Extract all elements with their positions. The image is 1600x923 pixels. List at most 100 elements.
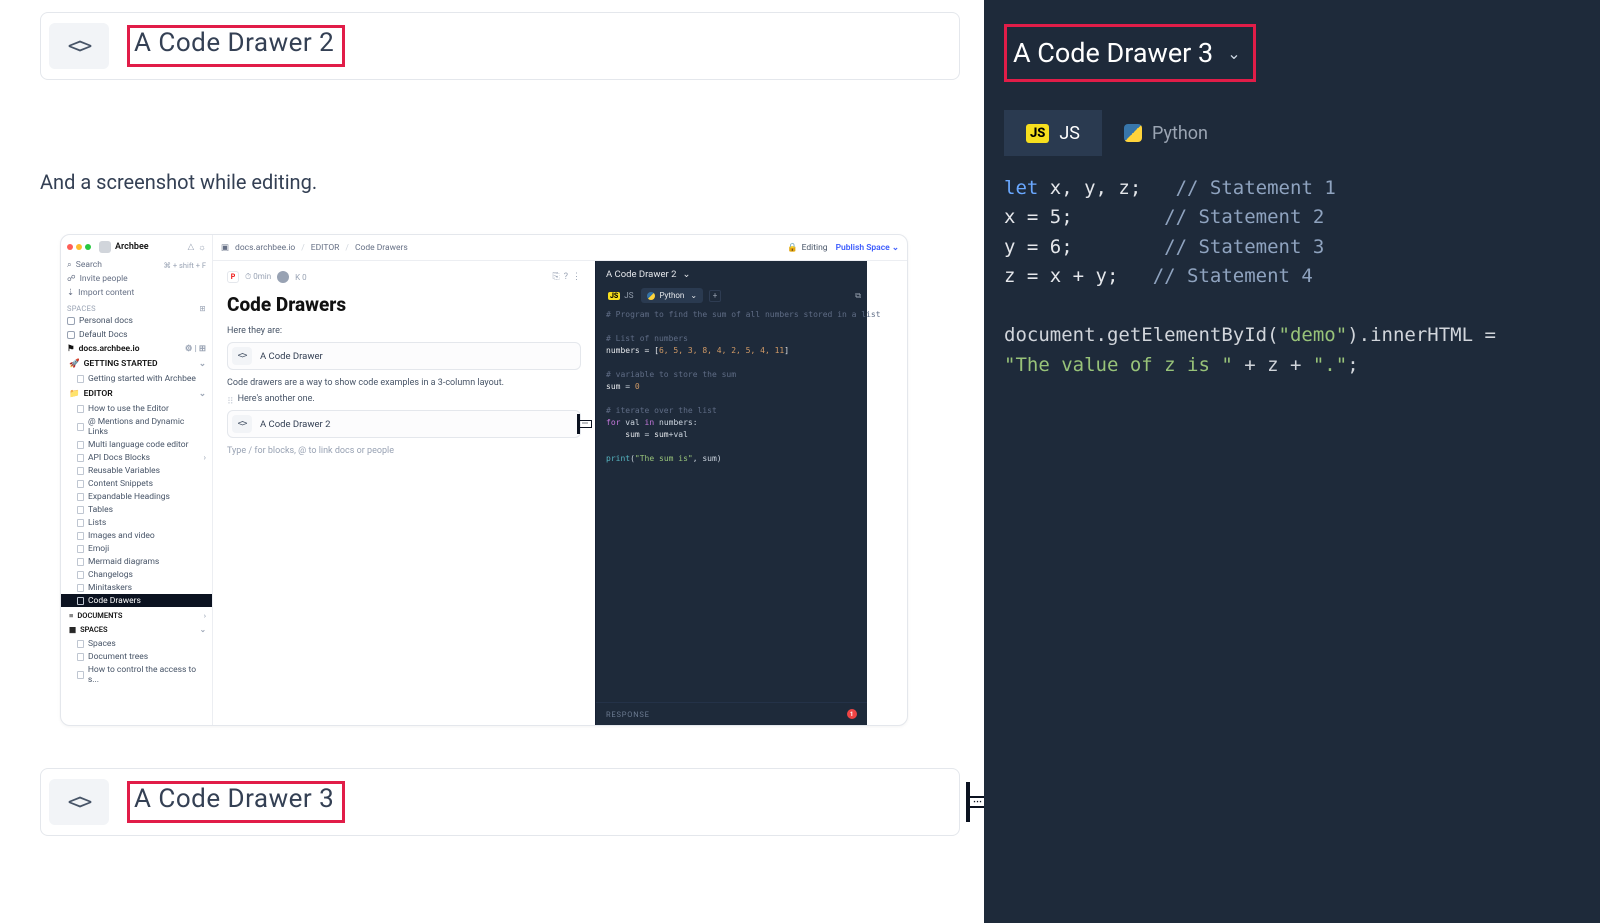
column-drag-handle[interactable]: ⋯ bbox=[966, 782, 984, 822]
preview-title[interactable]: A Code Drawer 2⌄ bbox=[596, 261, 867, 288]
sidebar-item[interactable]: Content Snippets bbox=[67, 477, 206, 490]
p-badge[interactable]: P bbox=[227, 271, 239, 283]
sidebar-item[interactable]: Minitaskers bbox=[67, 581, 206, 594]
sidebar-item[interactable]: API Docs Blocks› bbox=[67, 451, 206, 464]
gs-item[interactable]: Getting started with Archbee bbox=[67, 372, 206, 385]
doc-icon bbox=[77, 506, 84, 514]
preview-title: A Code Drawer 3 bbox=[1013, 37, 1213, 69]
sidebar-item[interactable]: Code Drawers bbox=[61, 594, 212, 607]
code-drawer-3-preview: A Code Drawer 3 ⌄ JSJS Python let x, y, … bbox=[984, 0, 1600, 923]
preview-title-selector[interactable]: A Code Drawer 3 ⌄ bbox=[1004, 24, 1256, 82]
sidebar-item[interactable]: Multi language code editor bbox=[67, 438, 206, 451]
js-tab[interactable]: JSJS bbox=[1004, 110, 1102, 156]
code-icon: <> bbox=[49, 23, 109, 69]
publish-button[interactable]: Publish Space ⌄ bbox=[836, 243, 899, 253]
copy-icon[interactable]: ⧉ bbox=[855, 291, 861, 301]
sidebar-item[interactable]: Lists bbox=[67, 516, 206, 529]
search-link[interactable]: ⌕Search⌘ + shift + F bbox=[67, 259, 206, 271]
sidebar-item[interactable]: How to use the Editor bbox=[67, 402, 206, 415]
sidebar-item[interactable]: Tables bbox=[67, 503, 206, 516]
python-tab[interactable]: Python bbox=[1102, 110, 1230, 156]
import-link[interactable]: ⇣Import content bbox=[67, 287, 206, 299]
page-title[interactable]: Code Drawers bbox=[227, 293, 581, 316]
chevron-down-icon: ⌄ bbox=[1227, 44, 1240, 63]
sidebar-item[interactable]: Expandable Headings bbox=[67, 490, 206, 503]
link-icon[interactable]: ⎘ bbox=[553, 272, 560, 282]
mini-drawer-title: A Code Drawer bbox=[260, 351, 323, 362]
code-drawer-3-header[interactable]: <> A Code Drawer 3 bbox=[40, 768, 960, 836]
add-tab-button[interactable]: + bbox=[709, 290, 721, 302]
doc-icon bbox=[77, 571, 84, 579]
paragraph[interactable]: Here's another one. bbox=[238, 394, 315, 404]
doc-icon bbox=[77, 467, 84, 475]
doc-icon bbox=[77, 405, 84, 413]
add-space-icon[interactable]: ⊞ bbox=[199, 304, 206, 313]
code-icon: <> bbox=[49, 779, 109, 825]
sidebar-item[interactable]: Changelogs bbox=[67, 568, 206, 581]
bell-icon[interactable]: △ bbox=[188, 242, 195, 252]
personal-docs[interactable]: Personal docs bbox=[67, 315, 206, 327]
getting-started-group[interactable]: 🚀GETTING STARTED⌄ bbox=[67, 357, 206, 370]
default-docs[interactable]: Default Docs bbox=[67, 329, 206, 341]
brand-name: Archbee bbox=[115, 242, 149, 252]
doc-icon bbox=[77, 671, 84, 679]
doc-icon bbox=[77, 441, 84, 449]
doc-icon bbox=[77, 480, 84, 488]
doc-icon bbox=[77, 423, 84, 431]
column-drag-handle[interactable]: ⋯ bbox=[577, 414, 592, 434]
screenshot-sidebar: Archbee △ ☼ ⌕Search⌘ + shift + F ☍Invite… bbox=[61, 235, 213, 725]
sidebar-item[interactable]: Emoji bbox=[67, 542, 206, 555]
paragraph[interactable]: Here they are: bbox=[227, 326, 581, 336]
doc-icon bbox=[77, 519, 84, 527]
lock-icon: 🔒 bbox=[787, 243, 798, 253]
space-docs-archbee[interactable]: ⚑docs.archbee.io⚙ | ⊞ bbox=[67, 343, 206, 355]
sidebar-item[interactable]: Mermaid diagrams bbox=[67, 555, 206, 568]
sidebar-item[interactable]: Images and video bbox=[67, 529, 206, 542]
search-icon: ⌕ bbox=[67, 260, 72, 270]
mini-code-drawer-2[interactable]: <> A Code Drawer 2 ⋯ bbox=[227, 410, 581, 438]
js-tab[interactable]: JSJS bbox=[602, 288, 639, 303]
mini-code-drawer-1[interactable]: <> A Code Drawer bbox=[227, 342, 581, 370]
placeholder-hint[interactable]: Type / for blocks, @ to link docs or peo… bbox=[227, 446, 581, 456]
code-icon: <> bbox=[232, 347, 252, 365]
invite-link[interactable]: ☍Invite people bbox=[67, 273, 206, 285]
python-tab[interactable]: Python⌄ bbox=[641, 288, 703, 303]
code-preview-pane: A Code Drawer 2⌄ JSJS Python⌄ + ⧉ # Prog… bbox=[595, 261, 867, 725]
code-drawer-2-header[interactable]: <> A Code Drawer 2 bbox=[40, 12, 960, 80]
documents-group[interactable]: ≡DOCUMENTS› bbox=[67, 609, 206, 621]
sidebar-item[interactable]: Document trees bbox=[67, 650, 206, 663]
invite-icon: ☍ bbox=[67, 274, 76, 284]
author-avatar[interactable] bbox=[277, 271, 289, 283]
spaces-group[interactable]: ▦SPACES⌄ bbox=[67, 623, 206, 635]
response-section[interactable]: RESPONSE1 bbox=[596, 702, 867, 725]
doc-icon bbox=[77, 640, 84, 648]
preview-tabs: JSJS Python bbox=[1004, 110, 1576, 156]
editor-group[interactable]: 📁EDITOR⌄ bbox=[67, 387, 206, 400]
sidebar-item[interactable]: @ Mentions and Dynamic Links bbox=[67, 415, 206, 438]
crumb-icon: ▣ bbox=[221, 243, 229, 253]
help-icon[interactable]: ? bbox=[564, 272, 568, 282]
mac-traffic-lights bbox=[67, 244, 91, 250]
doc-icon bbox=[77, 584, 84, 592]
document-editor[interactable]: P ⏱ 0min K 0 ⎘ ? ⋮ Code Drawers bbox=[213, 261, 595, 725]
highlight-box: A Code Drawer 3 bbox=[127, 781, 345, 823]
caption-text: And a screenshot while editing. bbox=[40, 170, 960, 194]
settings-icon[interactable]: ☼ bbox=[198, 242, 206, 253]
drag-dots-icon[interactable]: ⠿ bbox=[227, 397, 234, 407]
sidebar-item[interactable]: How to control the access to s... bbox=[67, 663, 206, 686]
sidebar-item[interactable]: Reusable Variables bbox=[67, 464, 206, 477]
preview-code[interactable]: # Program to find the sum of all numbers… bbox=[596, 303, 867, 702]
sidebar-item[interactable]: Spaces bbox=[67, 637, 206, 650]
screenshot-topbar: ▣ docs.archbee.io/ EDITOR/ Code Drawers … bbox=[213, 235, 907, 261]
editing-indicator: 🔒Editing bbox=[787, 243, 828, 253]
space-icon: ⚑ bbox=[67, 344, 75, 354]
import-icon: ⇣ bbox=[67, 288, 74, 298]
brand-avatar bbox=[99, 241, 111, 253]
doc-icon bbox=[77, 597, 84, 605]
editor-screenshot: Archbee △ ☼ ⌕Search⌘ + shift + F ☍Invite… bbox=[60, 234, 908, 726]
more-icon[interactable]: ⋮ bbox=[572, 272, 581, 282]
breadcrumb[interactable]: ▣ docs.archbee.io/ EDITOR/ Code Drawers bbox=[221, 243, 408, 253]
code-editor[interactable]: let x, y, z; // Statement 1 x = 5; // St… bbox=[1004, 174, 1576, 380]
paragraph[interactable]: Code drawers are a way to show code exam… bbox=[227, 378, 581, 388]
chevron-down-icon: ⌄ bbox=[682, 269, 690, 280]
